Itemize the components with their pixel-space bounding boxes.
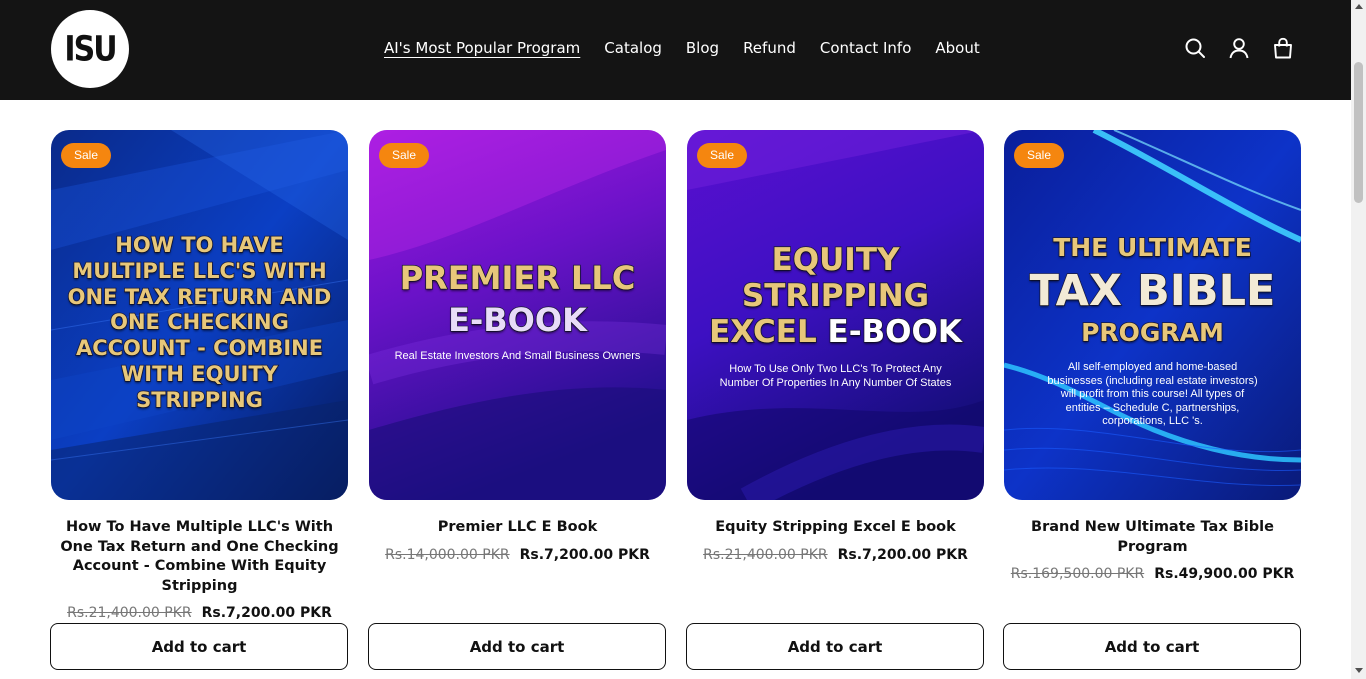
product-title[interactable]: Brand New Ultimate Tax Bible Program	[1004, 518, 1301, 557]
cover-line: EQUITY	[771, 241, 900, 279]
search-icon[interactable]	[1184, 37, 1206, 59]
price-row: Rs.21,400.00 PKR Rs.7,200.00 PKR	[51, 605, 348, 621]
product-card: Sale PREMIER LLC E-BOOK Real Estate Inve…	[369, 130, 666, 563]
scroll-down-arrow-icon[interactable]	[1355, 668, 1363, 673]
cover-headline: EQUITY STRIPPING EXCEL E-BOOK How To Use…	[687, 241, 984, 390]
nav-item-contact-info[interactable]: Contact Info	[820, 38, 912, 58]
price-row: Rs.169,500.00 PKR Rs.49,900.00 PKR	[1004, 566, 1301, 582]
nav-item-about[interactable]: About	[935, 38, 979, 58]
product-card: Sale HOW TO HAVE MULTIPLE LLC'S WITH ONE…	[51, 130, 348, 621]
cover-line: PROGRAM	[1080, 317, 1224, 348]
cover-body-line: will profit from this course! All types …	[1060, 388, 1245, 400]
sale-badge: Sale	[379, 143, 430, 168]
product-title[interactable]: Premier LLC E Book	[369, 518, 666, 538]
product-image[interactable]: Sale HOW TO HAVE MULTIPLE LLC'S WITH ONE…	[51, 130, 348, 500]
price-row: Rs.14,000.00 PKR Rs.7,200.00 PKR	[369, 547, 666, 563]
cover-line-part: EXCEL	[708, 313, 828, 351]
cover-body-line: All self-employed and home-based	[1067, 361, 1238, 373]
product-title[interactable]: How To Have Multiple LLC's With One Tax …	[51, 518, 348, 596]
page-scrollbar[interactable]	[1351, 0, 1366, 679]
add-to-cart-button[interactable]: Add to cart	[50, 623, 348, 670]
product-image[interactable]: Sale PREMIER LLC E-BOOK Real Estate Inve…	[369, 130, 666, 500]
cover-body-line: corporations, LLC 's.	[1102, 415, 1203, 427]
cover-line: TAX BIBLE	[1029, 265, 1276, 316]
product-card: Sale EQUITY STRIPPING EXCEL E-BOOK How T…	[687, 130, 984, 563]
sale-price: Rs.7,200.00 PKR	[837, 546, 968, 563]
product-title[interactable]: Equity Stripping Excel E book	[687, 518, 984, 538]
cover-body: All self-employed and home-based busines…	[1004, 361, 1301, 429]
cover-body-line: businesses (including real estate invest…	[1047, 374, 1258, 387]
account-icon[interactable]	[1228, 37, 1250, 59]
cover-line: ONE CHECKING	[109, 310, 289, 336]
cover-line: STRIPPING	[135, 387, 263, 413]
cover-line: WITH EQUITY	[120, 361, 278, 387]
cover-line: HOW TO HAVE	[114, 232, 284, 258]
cover-line: ACCOUNT - COMBINE	[75, 335, 324, 361]
sale-price: Rs.49,900.00 PKR	[1154, 566, 1295, 582]
cover-subtitle: Real Estate Investors And Small Business…	[394, 350, 641, 362]
nav-item-blog[interactable]: Blog	[686, 38, 719, 58]
cover-body-line: entities – Schedule C, partnerships,	[1065, 401, 1240, 414]
cover-headline: HOW TO HAVE MULTIPLE LLC'S WITH ONE TAX …	[51, 232, 348, 414]
compare-at-price: Rs.14,000.00 PKR	[385, 546, 510, 563]
sale-badge: Sale	[1014, 143, 1065, 168]
sale-badge: Sale	[697, 143, 748, 168]
cover-line-part: E-BOOK	[827, 313, 963, 350]
product-image[interactable]: Sale EQUITY STRIPPING EXCEL E-BOOK How T…	[687, 130, 984, 500]
cover-line: PREMIER LLC	[399, 258, 636, 298]
scroll-thumb[interactable]	[1354, 62, 1363, 203]
nav-item-popular-program[interactable]: AI's Most Popular Program	[384, 38, 580, 58]
cover-line: THE ULTIMATE	[1052, 232, 1252, 263]
cover-subtitle: Number Of Properties In Any Number Of St…	[719, 377, 952, 389]
sale-price: Rs.7,200.00 PKR	[201, 605, 332, 621]
compare-at-price: Rs.21,400.00 PKR	[67, 605, 192, 621]
sale-price: Rs.7,200.00 PKR	[519, 546, 650, 563]
cover-line: MULTIPLE LLC'S WITH	[72, 258, 328, 284]
site-logo[interactable]: ISU	[51, 10, 129, 88]
logo-text: ISU	[64, 28, 117, 70]
cover-subtitle: How To Use Only Two LLC's To Protect Any	[729, 363, 942, 375]
scroll-up-arrow-icon[interactable]	[1355, 4, 1363, 9]
add-to-cart-button[interactable]: Add to cart	[368, 623, 666, 670]
cover-headline: THE ULTIMATE TAX BIBLE PROGRAM All self-…	[1004, 230, 1301, 429]
add-to-cart-button[interactable]: Add to cart	[1003, 623, 1301, 670]
product-card: Sale THE ULTIMATE TAX BIBLE PROGRAM All …	[1004, 130, 1301, 582]
add-to-cart-button[interactable]: Add to cart	[686, 623, 984, 670]
main-nav: AI's Most Popular Program Catalog Blog R…	[384, 38, 1004, 58]
product-image[interactable]: Sale THE ULTIMATE TAX BIBLE PROGRAM All …	[1004, 130, 1301, 500]
cover-line: EXCEL E-BOOK	[687, 313, 984, 351]
compare-at-price: Rs.21,400.00 PKR	[703, 546, 828, 563]
sale-badge: Sale	[61, 143, 112, 168]
site-header: ISU AI's Most Popular Program Catalog Bl…	[0, 0, 1351, 100]
cart-icon[interactable]	[1272, 37, 1294, 59]
compare-at-price: Rs.169,500.00 PKR	[1010, 566, 1145, 582]
price-row: Rs.21,400.00 PKR Rs.7,200.00 PKR	[687, 547, 984, 563]
cover-line: E-BOOK	[447, 300, 587, 339]
nav-item-refund[interactable]: Refund	[743, 38, 796, 58]
cover-headline: PREMIER LLC E-BOOK Real Estate Investors…	[369, 258, 666, 362]
cover-line: STRIPPING	[741, 277, 930, 315]
cover-line: ONE TAX RETURN AND	[67, 284, 332, 310]
header-icons	[1184, 37, 1294, 59]
nav-item-catalog[interactable]: Catalog	[604, 38, 662, 58]
